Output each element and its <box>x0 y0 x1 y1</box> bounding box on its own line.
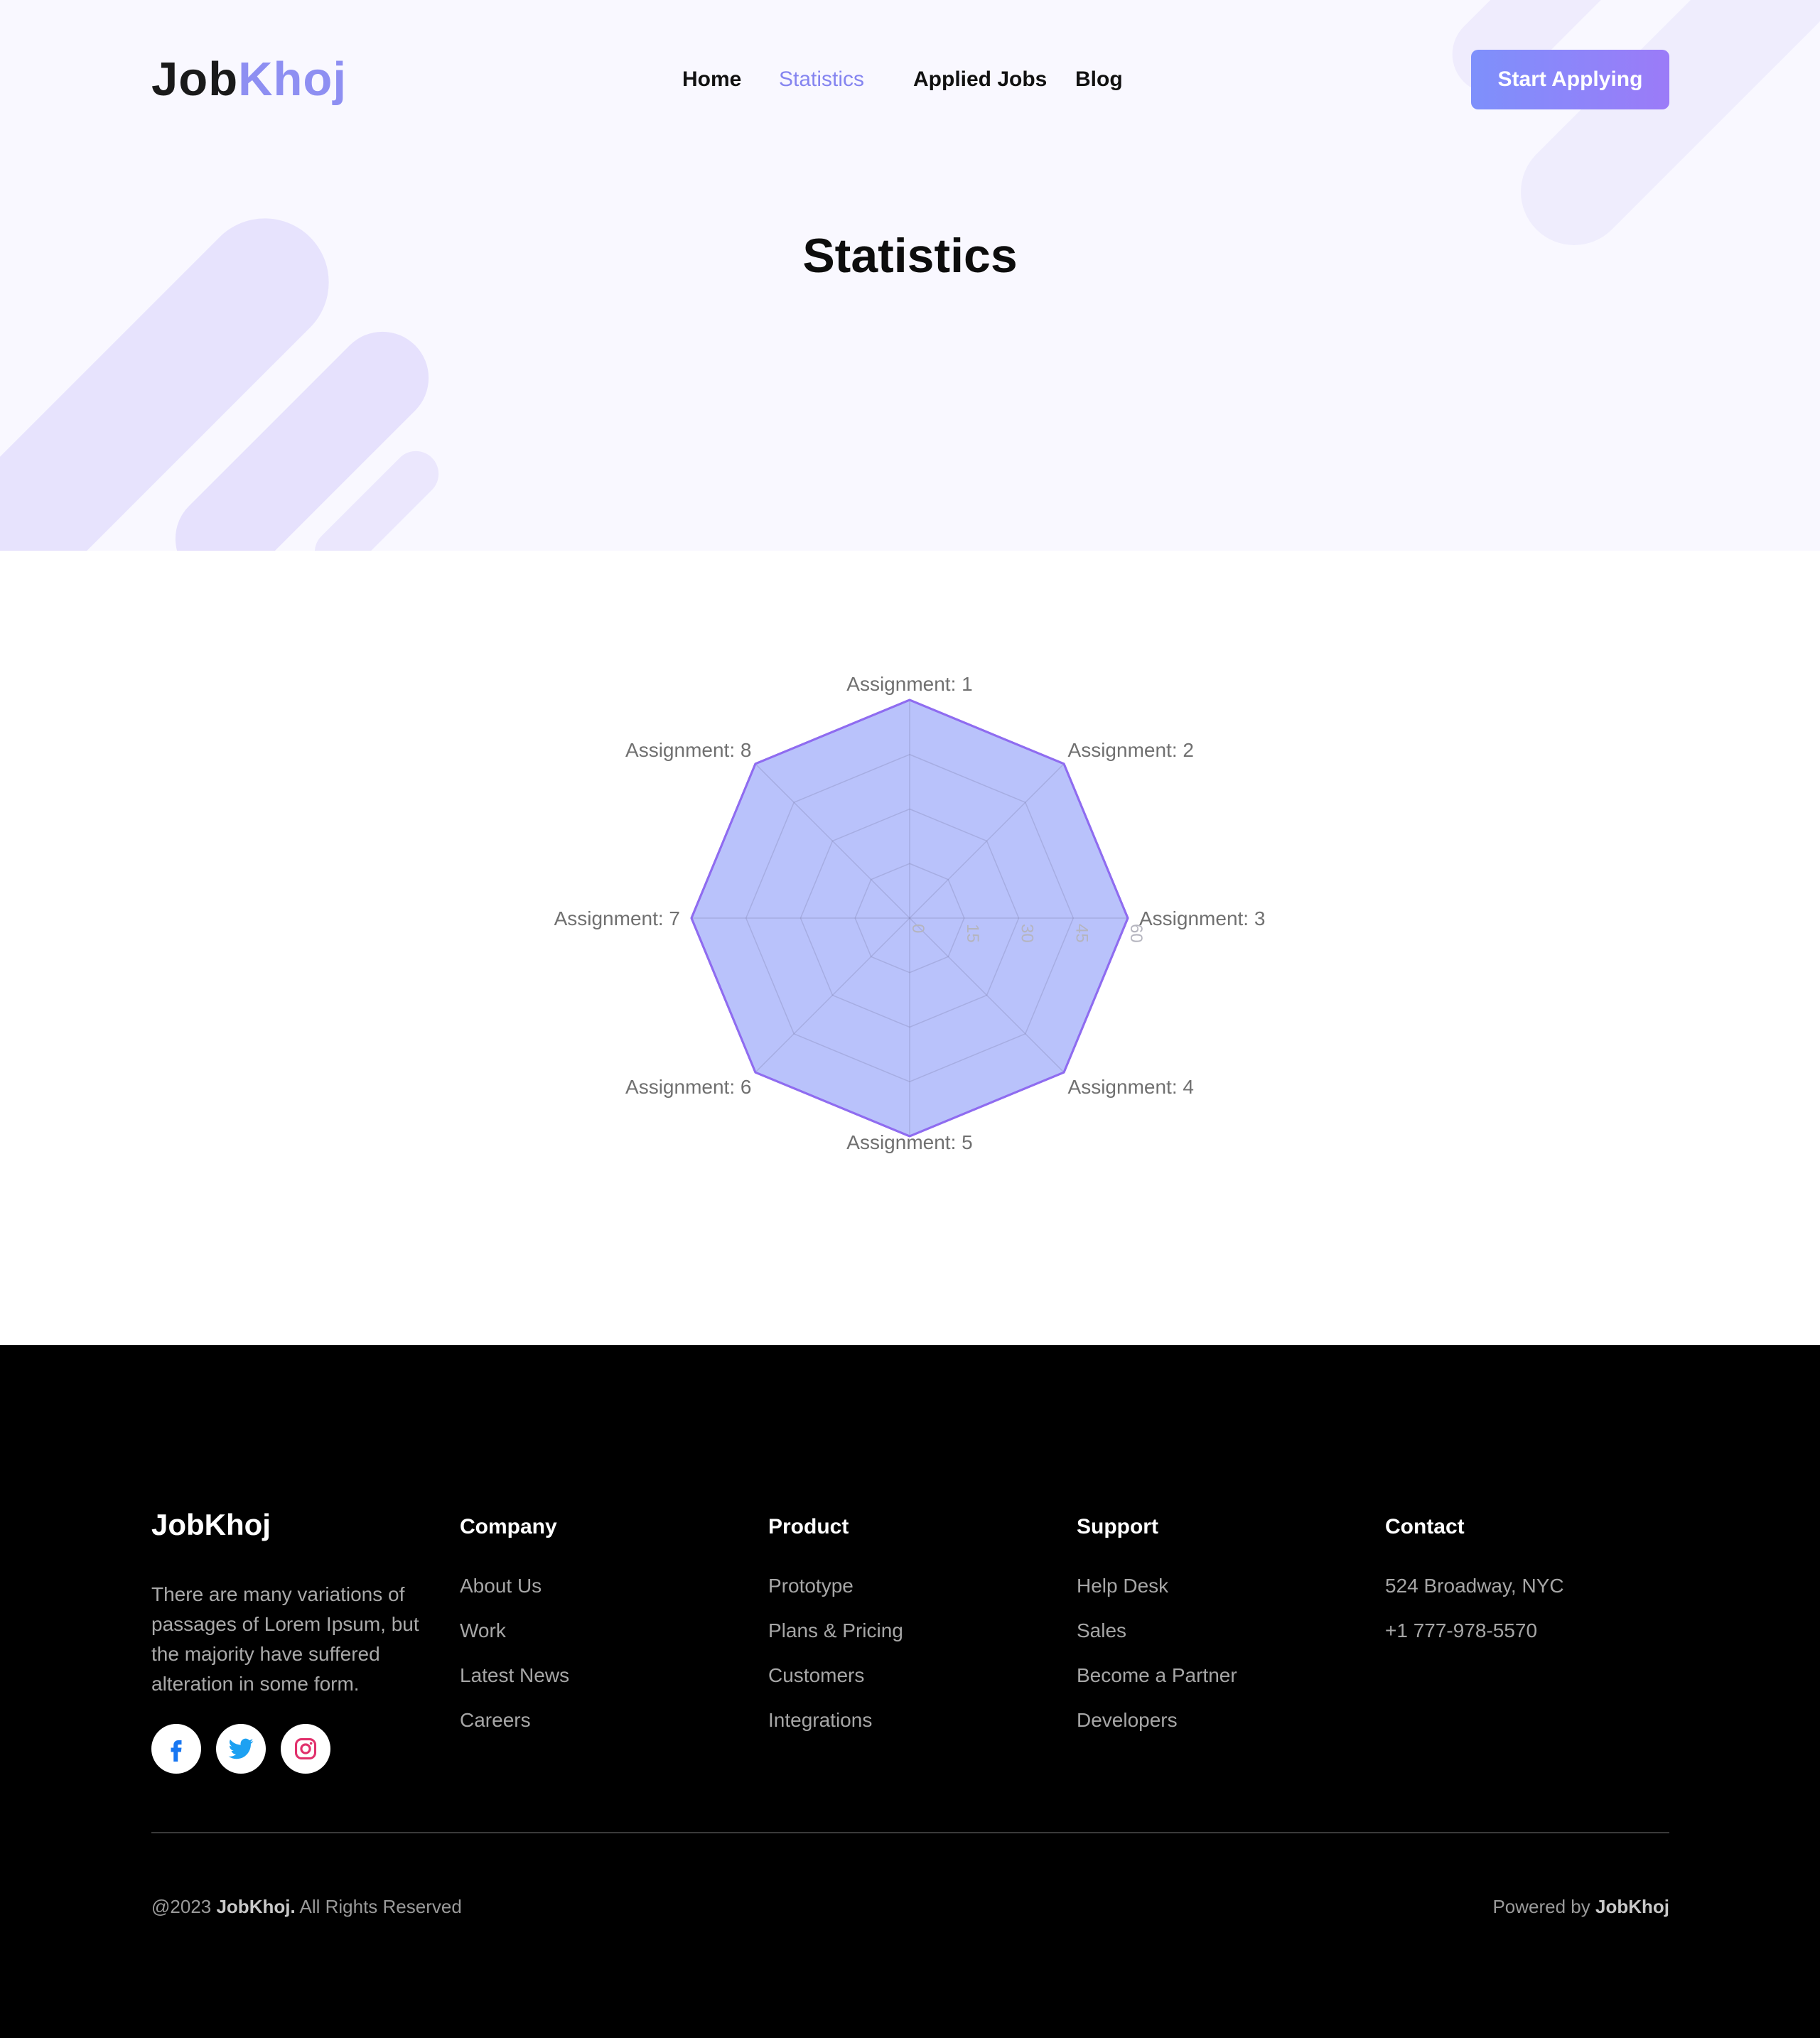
facebook-button[interactable] <box>151 1724 201 1774</box>
footer-heading-support: Support <box>1077 1515 1158 1538</box>
copyright-brand: JobKhoj. <box>216 1896 296 1917</box>
footer-link-prototype[interactable]: Prototype <box>768 1572 903 1600</box>
footer-description: There are many variations of passages of… <box>151 1583 419 1695</box>
radar-tick-label: 15 <box>963 924 982 943</box>
footer-link-sales[interactable]: Sales <box>1077 1617 1237 1645</box>
footer-link-plans-pricing[interactable]: Plans & Pricing <box>768 1617 903 1645</box>
facebook-icon <box>171 1740 182 1762</box>
logo-text-job: Job <box>151 53 239 106</box>
contact-phone[interactable]: +1 777-978-5570 <box>1385 1617 1564 1645</box>
radar-category-label: Assignment: 5 <box>846 1131 972 1153</box>
logo-text-khoj: Khoj <box>238 53 347 106</box>
radar-category-label: Assignment: 7 <box>554 907 680 929</box>
radar-category-label: Assignment: 3 <box>1139 907 1265 929</box>
nav-link-statistics[interactable]: Statistics <box>779 64 864 95</box>
contact-address: 524 Broadway, NYC <box>1385 1575 1564 1597</box>
footer-link-careers[interactable]: Careers <box>460 1706 569 1735</box>
powered-by-text: Powered by JobKhoj <box>1492 1892 1669 1921</box>
nav-link-blog[interactable]: Blog <box>1075 64 1123 95</box>
footer-link-developers[interactable]: Developers <box>1077 1706 1237 1735</box>
social-links <box>151 1724 330 1774</box>
radar-category-label: Assignment: 2 <box>1068 739 1194 761</box>
instagram-icon <box>294 1737 317 1760</box>
footer-column-contact: Contact 524 Broadway, NYC +1 777-978-557… <box>1385 1513 1564 1661</box>
twitter-button[interactable] <box>216 1724 266 1774</box>
top-navbar: JobKhoj Home Statistics Applied Jobs Blo… <box>0 0 1820 161</box>
instagram-button[interactable] <box>281 1724 330 1774</box>
start-applying-button[interactable]: Start Applying <box>1471 50 1669 109</box>
footer-heading-company: Company <box>460 1515 557 1538</box>
radar-tick-label: 45 <box>1072 924 1091 943</box>
radar-category-label: Assignment: 1 <box>846 673 972 695</box>
footer-link-work[interactable]: Work <box>460 1617 569 1645</box>
page-title: Statistics <box>802 229 1018 283</box>
footer-column-support: Support Help Desk Sales Become a Partner… <box>1077 1513 1237 1751</box>
radar-category-label: Assignment: 6 <box>625 1076 751 1098</box>
copyright-prefix: @2023 <box>151 1896 217 1917</box>
radar-chart: 0 15 30 45 60Assignment: 1Assignment: 2Assig… <box>554 673 1266 1153</box>
powered-prefix: Powered by <box>1492 1896 1595 1917</box>
site-footer: JobKhoj There are many variations of pas… <box>0 1345 1820 2038</box>
nav-link-applied-jobs[interactable]: Applied Jobs <box>913 64 1047 95</box>
footer-column-company: Company About Us Work Latest News Career… <box>460 1513 569 1751</box>
brand-logo[interactable]: JobKhoj <box>151 51 347 108</box>
footer-link-become-partner[interactable]: Become a Partner <box>1077 1661 1237 1690</box>
radar-category-label: Assignment: 8 <box>625 739 751 761</box>
footer-link-customers[interactable]: Customers <box>768 1661 903 1690</box>
hero-section: JobKhoj Home Statistics Applied Jobs Blo… <box>0 0 1820 551</box>
copyright-suffix: All Rights Reserved <box>295 1896 462 1917</box>
radar-tick-label: 30 <box>1018 924 1037 943</box>
twitter-icon <box>228 1738 254 1759</box>
footer-heading-contact: Contact <box>1385 1515 1465 1538</box>
nav-link-home[interactable]: Home <box>682 64 741 95</box>
footer-link-about-us[interactable]: About Us <box>460 1572 569 1600</box>
footer-column-product: Product Prototype Plans & Pricing Custom… <box>768 1513 903 1751</box>
radar-category-label: Assignment: 4 <box>1068 1076 1194 1098</box>
footer-link-integrations[interactable]: Integrations <box>768 1706 903 1735</box>
footer-link-latest-news[interactable]: Latest News <box>460 1661 569 1690</box>
footer-heading-product: Product <box>768 1515 849 1538</box>
powered-brand: JobKhoj <box>1595 1896 1669 1917</box>
footer-link-help-desk[interactable]: Help Desk <box>1077 1572 1237 1600</box>
copyright-text: @2023 JobKhoj. All Rights Reserved <box>151 1892 462 1921</box>
footer-divider <box>151 1832 1669 1833</box>
statistics-chart-section: 0 15 30 45 60 Assignment: 1 Assignment: 2 Assig… <box>0 551 1820 1345</box>
footer-logo[interactable]: JobKhoj <box>151 1507 271 1543</box>
radar-tick-label: 0 <box>908 924 927 933</box>
